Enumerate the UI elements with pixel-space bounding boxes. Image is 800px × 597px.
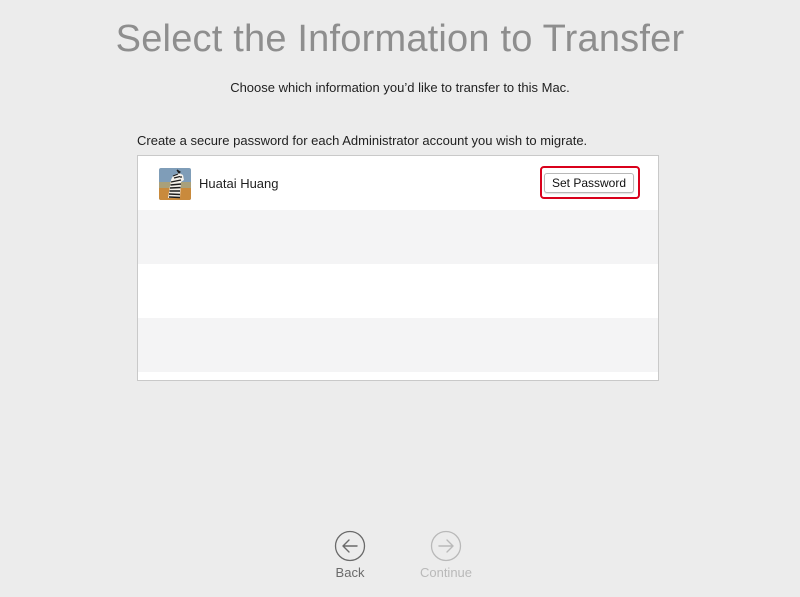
account-list: Huatai Huang Set Password	[137, 155, 659, 381]
migration-assistant-window: Select the Information to Transfer Choos…	[0, 0, 800, 597]
page-title: Select the Information to Transfer	[115, 18, 685, 60]
back-button[interactable]: Back	[310, 530, 390, 580]
zebra-avatar-icon	[159, 168, 191, 200]
page-subtitle: Choose which information you’d like to t…	[230, 80, 570, 95]
back-label: Back	[335, 565, 365, 580]
continue-button[interactable]: Continue	[406, 530, 486, 580]
account-name: Huatai Huang	[199, 176, 279, 191]
back-arrow-icon	[334, 530, 366, 562]
account-row: Huatai Huang Set Password	[138, 156, 658, 210]
set-password-button[interactable]: Set Password	[544, 173, 634, 193]
empty-list-row	[138, 318, 658, 372]
continue-label: Continue	[419, 565, 473, 580]
forward-arrow-icon	[430, 530, 462, 562]
instruction-text: Create a secure password for each Admini…	[137, 133, 588, 148]
empty-list-row	[138, 264, 658, 318]
empty-list-row	[138, 210, 658, 264]
